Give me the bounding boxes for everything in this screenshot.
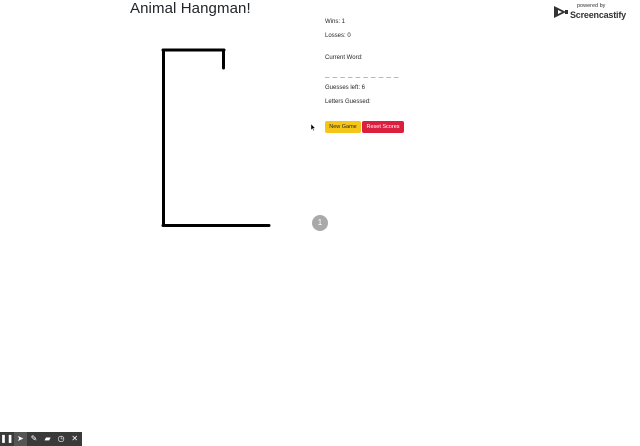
recording-toolbar: ❚❚ ➤ ✎ ▰ ◷ ✕ bbox=[0, 432, 82, 446]
mouse-cursor-icon bbox=[311, 124, 316, 131]
current-word-label: Current Word: bbox=[325, 55, 363, 61]
guesses-left: Guesses left: 6 bbox=[325, 85, 366, 91]
step-badge: 1 bbox=[312, 215, 328, 231]
timer-icon[interactable]: ◷ bbox=[54, 432, 68, 446]
eraser-icon[interactable]: ▰ bbox=[41, 432, 55, 446]
close-icon[interactable]: ✕ bbox=[68, 432, 82, 446]
cursor-icon[interactable]: ➤ bbox=[13, 432, 28, 446]
powered-by-text: powered by bbox=[577, 3, 606, 9]
pen-icon[interactable]: ✎ bbox=[27, 432, 41, 446]
screencastify-logo: powered by Screencastify bbox=[553, 2, 637, 22]
new-game-button[interactable]: New Game bbox=[325, 121, 361, 133]
reset-scores-button[interactable]: Reset Scores bbox=[362, 121, 404, 133]
current-word-display: _ _ _ _ _ _ _ _ _ _ bbox=[325, 70, 399, 79]
losses-count: Losses: 0 bbox=[325, 33, 351, 39]
letters-guessed: Letters Guessed: bbox=[325, 99, 371, 105]
page: Animal Hangman! Wins: 1 Losses: 0 Curren… bbox=[0, 0, 640, 446]
brand-name: Screencastify bbox=[570, 10, 626, 20]
screencastify-play-icon bbox=[554, 6, 568, 18]
wins-count: Wins: 1 bbox=[325, 19, 346, 25]
pause-icon[interactable]: ❚❚ bbox=[0, 432, 14, 446]
